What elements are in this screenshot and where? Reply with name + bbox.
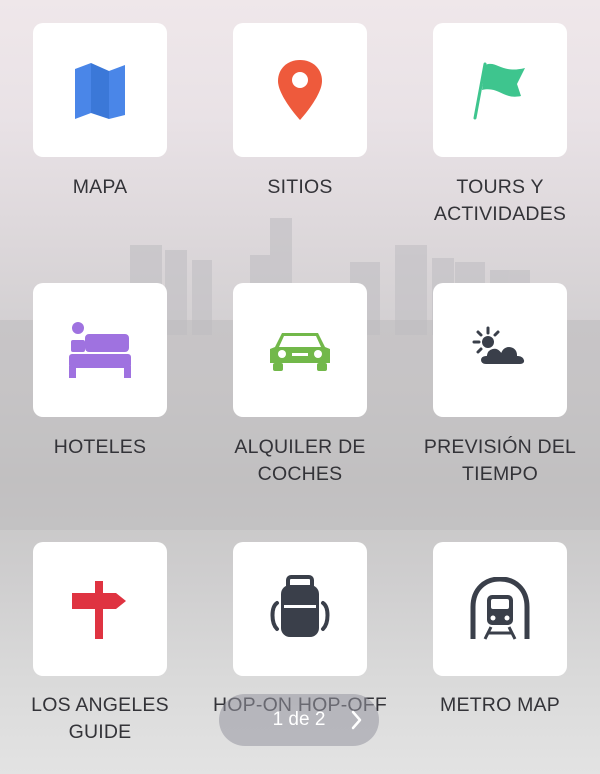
bed-icon [69,322,131,378]
tile-sitios[interactable] [233,23,367,157]
page-indicator[interactable]: 1 de 2 [219,694,379,746]
tile-label-metro-map: METRO MAP [440,694,560,716]
tile-label-tours: TOURS Y ACTIVIDADES [433,176,567,225]
flag-icon [473,62,525,120]
tile-label-prevision-tiempo: PREVISIÓN DEL TIEMPO [423,436,577,485]
tile-tours[interactable] [433,23,567,157]
tile-label-hoteles: HOTELES [53,436,147,458]
tile-hoteles[interactable] [33,283,167,417]
tile-label-alquiler-coches: ALQUILER DE COCHES [234,436,366,485]
tile-alquiler-coches[interactable] [233,283,367,417]
metro-icon [470,577,530,640]
tile-label-los-angeles-guide: LOS ANGELES GUIDE [31,694,169,743]
tile-metro-map[interactable] [433,542,567,676]
tile-mapa[interactable] [33,23,167,157]
tile-hop-on-hop-off[interactable] [233,542,367,676]
tile-los-angeles-guide[interactable] [33,542,167,676]
tile-prevision-tiempo[interactable] [433,283,567,417]
page-indicator-text: 1 de 2 [272,709,326,730]
signpost-icon [72,581,126,639]
tile-label-sitios: SITIOS [267,176,333,198]
weather-icon [472,326,526,366]
map-icon [75,63,125,119]
chevron-right-icon[interactable] [351,709,363,731]
tile-label-mapa: MAPA [72,176,128,198]
backpack-icon [270,575,330,637]
car-icon [270,333,330,371]
location-pin-icon [278,60,322,120]
